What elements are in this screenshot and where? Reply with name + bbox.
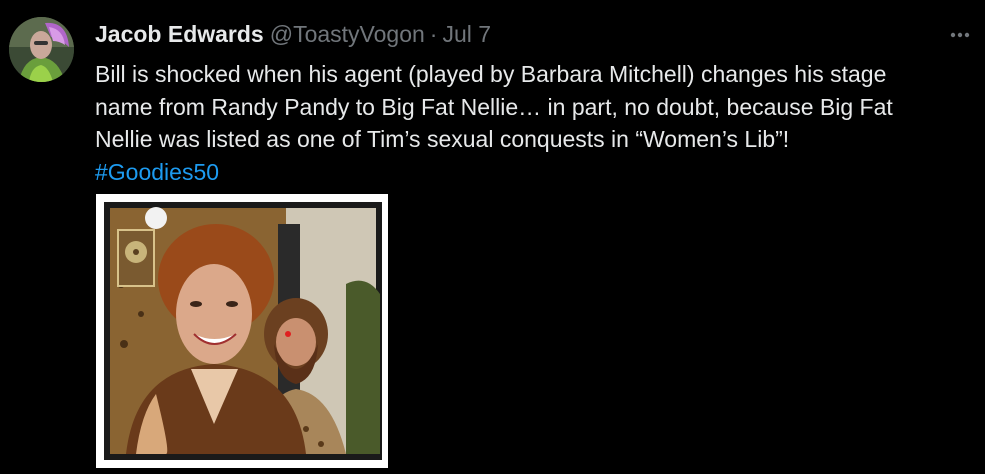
tweet-text-line: name from Randy Pandy to Big Fat Nellie…… — [95, 93, 893, 120]
display-name[interactable]: Jacob Edwards — [95, 21, 264, 48]
hashtag-link[interactable]: #Goodies50 — [95, 156, 980, 189]
tweet[interactable]: Jacob Edwards @ToastyVogon · Jul 7 Bill … — [0, 0, 985, 474]
tweet-text-line: Bill is shocked when his agent (played b… — [95, 61, 887, 87]
tweet-header: Jacob Edwards @ToastyVogon · Jul 7 — [95, 18, 491, 50]
tweet-text: Bill is shocked when his agent (played b… — [95, 58, 980, 188]
avatar[interactable] — [9, 17, 74, 82]
separator-dot: · — [429, 20, 438, 47]
tweet-photo[interactable] — [96, 194, 388, 468]
tweet-text-line: Nellie was listed as one of Tim’s sexual… — [95, 126, 790, 152]
more-horizontal-icon[interactable] — [944, 24, 976, 46]
user-handle[interactable]: @ToastyVogon — [270, 21, 425, 48]
post-date[interactable]: Jul 7 — [442, 21, 491, 48]
